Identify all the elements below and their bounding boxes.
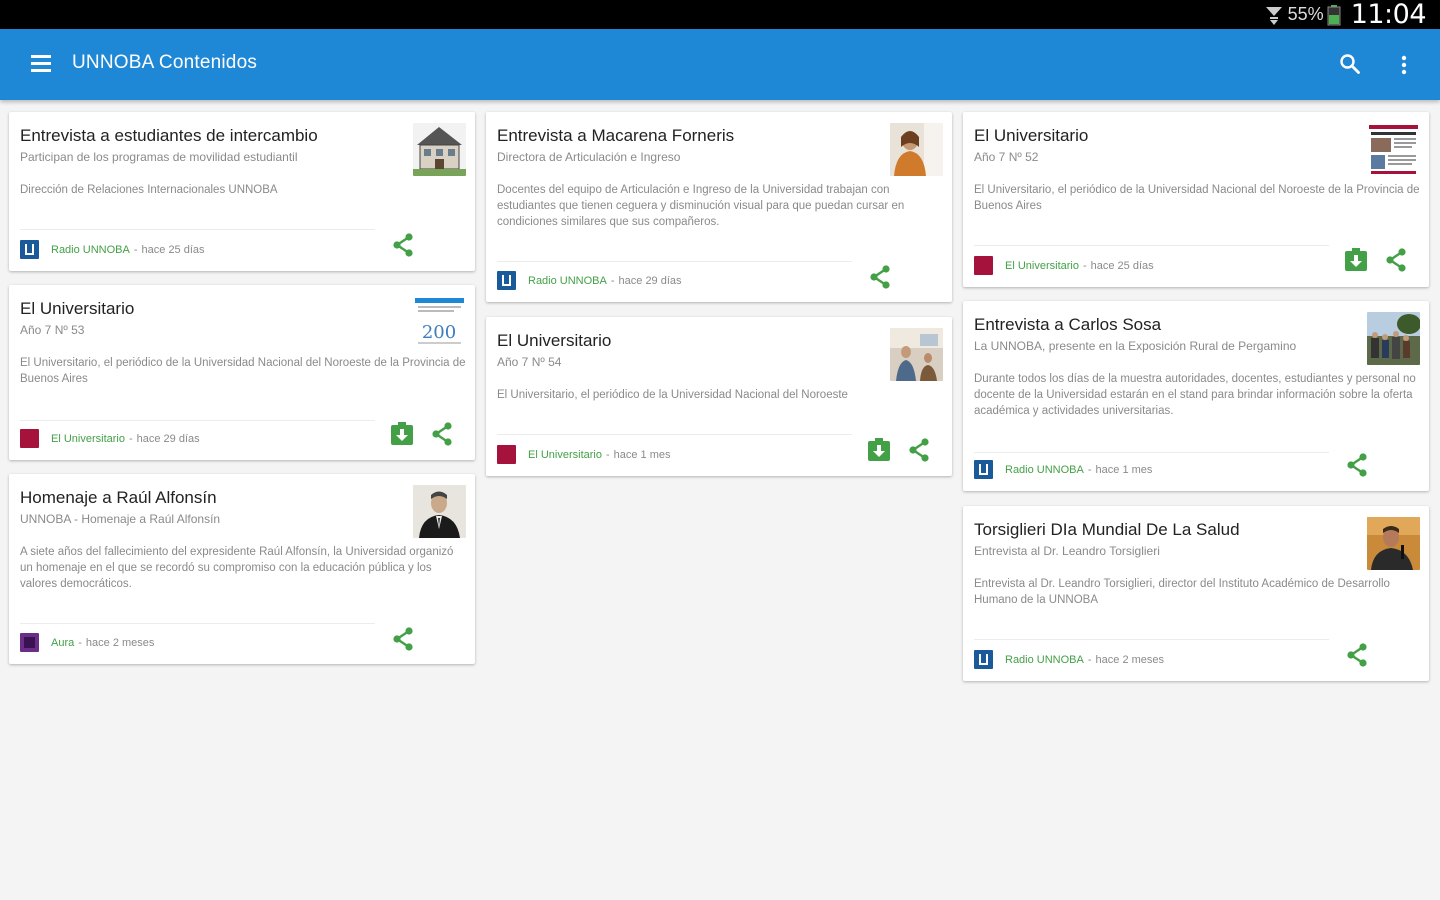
card-footer: Radio UNNOBA - hace 2 meses	[974, 650, 1164, 669]
radio-unnoba-icon	[974, 650, 993, 669]
app-title: UNNOBA Contenidos	[72, 52, 258, 73]
share-icon[interactable]	[429, 421, 455, 447]
timestamp: hace 1 mes	[1095, 463, 1153, 476]
timestamp: hace 2 meses	[1095, 653, 1165, 666]
status-bar: 55% 11:04	[0, 0, 1440, 30]
source-name[interactable]: Radio UNNOBA	[1005, 654, 1084, 666]
aura-icon	[20, 633, 39, 652]
card-title: Homenaje a Raúl Alfonsín	[20, 488, 217, 507]
timestamp: hace 2 meses	[85, 636, 155, 649]
card-description: A siete años del fallecimiento del expre…	[20, 546, 454, 590]
source-name[interactable]: Aura	[51, 637, 74, 649]
source-name[interactable]: Radio UNNOBA	[1005, 464, 1084, 476]
el-universitario-icon	[497, 445, 516, 464]
share-icon[interactable]	[906, 437, 932, 463]
card-footer: Radio UNNOBA - hace 25 días	[20, 240, 205, 259]
card-subtitle: Año 7 Nº 53	[20, 323, 85, 337]
card-universitario-53[interactable]: El Universitario Año 7 Nº 53 El Universi…	[9, 285, 475, 460]
source-name[interactable]: El Universitario	[51, 433, 125, 445]
timestamp: hace 25 días	[1090, 259, 1154, 272]
app-bar: UNNOBA Contenidos	[0, 29, 1440, 100]
radio-unnoba-icon	[20, 240, 39, 259]
card-description: Docentes del equipo de Articulación e In…	[497, 184, 905, 228]
share-icon[interactable]	[1344, 642, 1370, 668]
card-carlos-sosa[interactable]: Entrevista a Carlos Sosa La UNNOBA, pres…	[963, 301, 1429, 491]
card-description: El Universitario, el periódico de la Uni…	[20, 357, 466, 385]
card-footer: El Universitario - hace 29 días	[20, 429, 200, 448]
source-name[interactable]: Radio UNNOBA	[528, 275, 607, 287]
wifi-icon	[1265, 6, 1282, 25]
menu-icon[interactable]	[31, 55, 51, 73]
timestamp: hace 1 mes	[613, 448, 671, 461]
card-universitario-54[interactable]: El Universitario Año 7 Nº 54 El Universi…	[486, 317, 952, 476]
radio-unnoba-icon	[497, 271, 516, 290]
source-name[interactable]: El Universitario	[1005, 260, 1079, 272]
card-title: Entrevista a estudiantes de intercambio	[20, 126, 318, 145]
card-footer: Radio UNNOBA - hace 1 mes	[974, 460, 1152, 479]
card-subtitle: La UNNOBA, presente en la Exposición Rur…	[974, 339, 1297, 353]
woman-image	[890, 123, 943, 176]
card-description: Entrevista al Dr. Leandro Torsiglieri, d…	[974, 578, 1390, 606]
card-description: El Universitario, el periódico de la Uni…	[974, 184, 1420, 212]
battery-percent: 55%	[1287, 4, 1324, 24]
timestamp: hace 29 días	[136, 432, 200, 445]
card-subtitle: UNNOBA - Homenaje a Raúl Alfonsín	[20, 512, 221, 526]
card-torsiglieri[interactable]: Torsiglieri DIa Mundial De La Salud Entr…	[963, 506, 1429, 681]
card-description: El Universitario, el periódico de la Uni…	[497, 389, 848, 401]
source-name[interactable]: Radio UNNOBA	[51, 244, 130, 256]
card-title: Entrevista a Macarena Forneris	[497, 126, 735, 145]
card-title: El Universitario	[497, 331, 612, 350]
classroom-image	[890, 328, 943, 381]
house-image	[413, 123, 466, 176]
share-icon[interactable]	[1344, 452, 1370, 478]
newspaper-200-image: 200	[413, 296, 466, 349]
card-title: Entrevista a Carlos Sosa	[974, 315, 1162, 334]
card-universitario-52[interactable]: El Universitario Año 7 Nº 52 El Universi…	[963, 112, 1429, 287]
card-subtitle: Año 7 Nº 54	[497, 355, 562, 369]
card-subtitle: Participan de los programas de movilidad…	[20, 150, 298, 164]
clock: 11:04	[1350, 0, 1427, 30]
battery-icon	[1327, 4, 1341, 25]
card-footer: Radio UNNOBA - hace 29 días	[497, 271, 682, 290]
radio-unnoba-icon	[974, 460, 993, 479]
timestamp: hace 25 días	[141, 243, 205, 256]
card-description: Durante todos los días de la muestra aut…	[974, 373, 1416, 417]
share-icon[interactable]	[1383, 247, 1409, 273]
download-icon[interactable]	[389, 421, 415, 447]
card-subtitle: Año 7 Nº 52	[974, 150, 1039, 164]
card-title: El Universitario	[20, 299, 135, 318]
newspaper-image	[1367, 123, 1420, 176]
svg-text:200: 200	[422, 322, 456, 343]
share-icon[interactable]	[867, 264, 893, 290]
card-footer: Aura - hace 2 meses	[20, 633, 154, 652]
card-description: Dirección de Relaciones Internacionales …	[20, 184, 278, 196]
man-speaking-image	[1367, 517, 1420, 570]
el-universitario-icon	[20, 429, 39, 448]
card-footer: El Universitario - hace 1 mes	[497, 445, 671, 464]
portrait-image	[413, 485, 466, 538]
source-name[interactable]: El Universitario	[528, 449, 602, 461]
card-title: Torsiglieri DIa Mundial De La Salud	[974, 520, 1240, 539]
card-macarena-forneris[interactable]: Entrevista a Macarena Forneris Directora…	[486, 112, 952, 302]
el-universitario-icon	[974, 256, 993, 275]
card-title: El Universitario	[974, 126, 1089, 145]
card-estudiantes-intercambio[interactable]: Entrevista a estudiantes de intercambio …	[9, 112, 475, 271]
search-icon[interactable]	[1338, 52, 1362, 76]
card-subtitle: Entrevista al Dr. Leandro Torsiglieri	[974, 544, 1160, 558]
card-footer: El Universitario - hace 25 días	[974, 256, 1154, 275]
timestamp: hace 29 días	[618, 274, 682, 287]
outdoor-image	[1367, 312, 1420, 365]
download-icon[interactable]	[866, 437, 892, 463]
card-homenaje-alfonsin[interactable]: Homenaje a Raúl Alfonsín UNNOBA - Homena…	[9, 474, 475, 664]
card-subtitle: Directora de Articulación e Ingreso	[497, 150, 681, 164]
download-icon[interactable]	[1343, 247, 1369, 273]
share-icon[interactable]	[390, 232, 416, 258]
more-vert-icon[interactable]	[1394, 53, 1414, 77]
share-icon[interactable]	[390, 626, 416, 652]
